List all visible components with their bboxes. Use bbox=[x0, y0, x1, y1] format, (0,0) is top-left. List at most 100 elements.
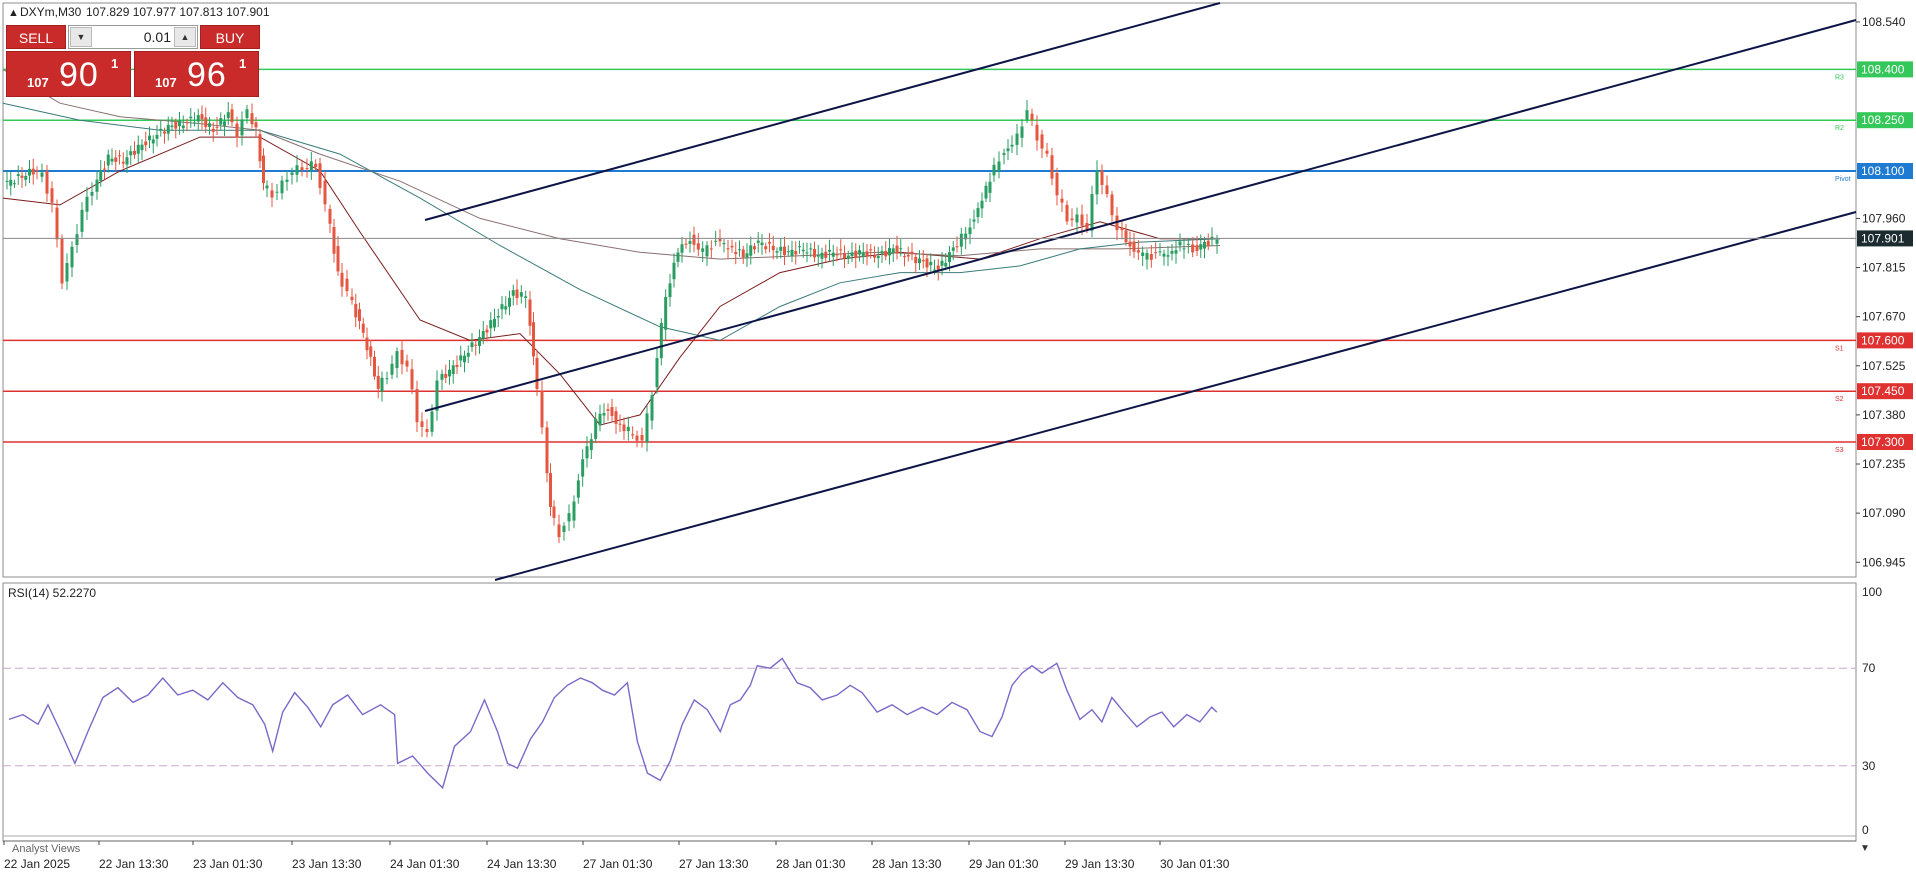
candle-body bbox=[5, 180, 9, 182]
lot-increase-icon[interactable]: ▲ bbox=[174, 27, 196, 47]
candle-body bbox=[1162, 253, 1166, 257]
candle-body bbox=[500, 304, 504, 310]
level-label-r3: R3 bbox=[1835, 74, 1844, 81]
candle-body bbox=[1015, 133, 1019, 145]
candle-body bbox=[226, 112, 230, 119]
price-axis[interactable]: 108.540 108.400 108.250 108.100 107.960 107.9… bbox=[1856, 15, 1913, 569]
candle-body bbox=[230, 109, 234, 123]
candle-body bbox=[515, 289, 519, 299]
candle-body bbox=[280, 180, 284, 194]
chart-canvas[interactable]: ▲ DXYm,M30 107.829 107.977 107.813 107.9… bbox=[0, 0, 1916, 874]
candle-body bbox=[540, 390, 544, 428]
candle-body bbox=[635, 435, 639, 441]
candle-body bbox=[235, 123, 239, 138]
candle-body bbox=[581, 459, 585, 477]
candle-body bbox=[196, 115, 200, 122]
candle-body bbox=[485, 329, 489, 333]
time-axis[interactable]: 22 Jan 2025 22 Jan 13:30 23 Jan 01:30 23 Ja… bbox=[3, 841, 1230, 871]
candle-body bbox=[265, 185, 269, 189]
candle-body bbox=[659, 322, 663, 359]
lot-size-input[interactable]: ▼ 0.01 ▲ bbox=[68, 25, 198, 49]
candle-body bbox=[1203, 241, 1206, 249]
candle-body bbox=[884, 250, 888, 257]
candle-body bbox=[354, 303, 358, 318]
candle-body bbox=[481, 331, 485, 339]
buy-price-button[interactable]: 107 96 1 bbox=[134, 51, 259, 97]
candle-body bbox=[425, 428, 429, 433]
candle-body bbox=[918, 258, 921, 264]
price-tick-107.380: 107.380 bbox=[1862, 408, 1906, 422]
candle-body bbox=[106, 154, 110, 166]
candle-body bbox=[45, 170, 49, 194]
candle-body bbox=[511, 290, 515, 296]
candle-body bbox=[775, 251, 779, 253]
sell-price-button[interactable]: 107 90 1 bbox=[6, 51, 131, 97]
candle-body bbox=[20, 175, 24, 178]
price-tick-107.450: 107.450 bbox=[1861, 384, 1905, 398]
candle-body bbox=[589, 439, 593, 451]
sell-button[interactable]: SELL bbox=[6, 25, 66, 49]
price-tick-108.100: 108.100 bbox=[1861, 164, 1905, 178]
candle-body bbox=[1010, 144, 1014, 147]
candle-body bbox=[760, 242, 764, 246]
candle-body bbox=[631, 434, 635, 436]
candle-body bbox=[745, 253, 749, 258]
candle-body bbox=[200, 114, 204, 120]
candle-body bbox=[410, 369, 414, 390]
time-label: 22 Jan 2025 bbox=[4, 857, 70, 871]
candle-body bbox=[951, 247, 955, 251]
candle-body bbox=[672, 262, 676, 280]
candle-body bbox=[1191, 244, 1195, 253]
candle-body bbox=[790, 249, 794, 257]
candle-body bbox=[405, 360, 409, 367]
candle-body bbox=[189, 116, 193, 119]
time-label: 29 Jan 01:30 bbox=[969, 857, 1039, 871]
candle-body bbox=[794, 251, 798, 255]
time-label: 27 Jan 01:30 bbox=[583, 857, 653, 871]
candle-body bbox=[722, 243, 726, 245]
rsi-subwindow-frame[interactable] bbox=[2, 582, 1857, 842]
candle-body bbox=[873, 255, 876, 258]
collapse-triangle-icon[interactable]: ▲ bbox=[8, 7, 19, 19]
time-label: 24 Jan 13:30 bbox=[487, 857, 557, 871]
analyst-views-tab[interactable]: Analyst Views bbox=[12, 843, 81, 855]
candle-body bbox=[820, 252, 824, 259]
price-tick-106.945: 106.945 bbox=[1862, 555, 1906, 569]
level-label-s1: S1 bbox=[1835, 345, 1844, 352]
candle-body bbox=[114, 157, 118, 162]
candle-body bbox=[726, 248, 730, 250]
candle-body bbox=[504, 306, 508, 310]
candle-body bbox=[535, 357, 539, 390]
lot-decrease-icon[interactable]: ▼ bbox=[70, 27, 92, 47]
lot-size-value[interactable]: 0.01 bbox=[95, 26, 171, 48]
candle-body bbox=[489, 320, 493, 329]
candle-body bbox=[1006, 148, 1010, 152]
candle-body bbox=[451, 365, 455, 375]
candle-body bbox=[140, 144, 144, 151]
candle-body bbox=[528, 299, 532, 326]
candle-body bbox=[940, 260, 944, 266]
candle-body bbox=[290, 172, 294, 176]
candle-body bbox=[771, 245, 775, 251]
candle-body bbox=[783, 246, 786, 256]
buy-button[interactable]: BUY bbox=[200, 25, 260, 49]
candle-body bbox=[159, 128, 163, 131]
time-label: 28 Jan 13:30 bbox=[872, 857, 942, 871]
sell-price-fraction: 1 bbox=[111, 56, 119, 71]
candle-body bbox=[118, 155, 121, 157]
candle-body bbox=[1178, 241, 1182, 246]
candle-body bbox=[1065, 204, 1069, 222]
candle-body bbox=[493, 318, 496, 328]
scroll-down-icon[interactable]: ▼ bbox=[1860, 843, 1870, 854]
candle-body bbox=[345, 278, 349, 292]
candle-body bbox=[816, 255, 820, 257]
candle-body bbox=[474, 344, 478, 346]
candle-body bbox=[668, 283, 672, 298]
main-chart-frame[interactable] bbox=[2, 2, 1857, 578]
candle-body bbox=[809, 248, 813, 250]
price-tick-108.540: 108.540 bbox=[1862, 15, 1906, 29]
candle-body bbox=[676, 252, 680, 262]
rsi-tick-30: 30 bbox=[1862, 759, 1876, 773]
candle-body bbox=[968, 227, 972, 235]
time-label: 23 Jan 01:30 bbox=[193, 857, 263, 871]
